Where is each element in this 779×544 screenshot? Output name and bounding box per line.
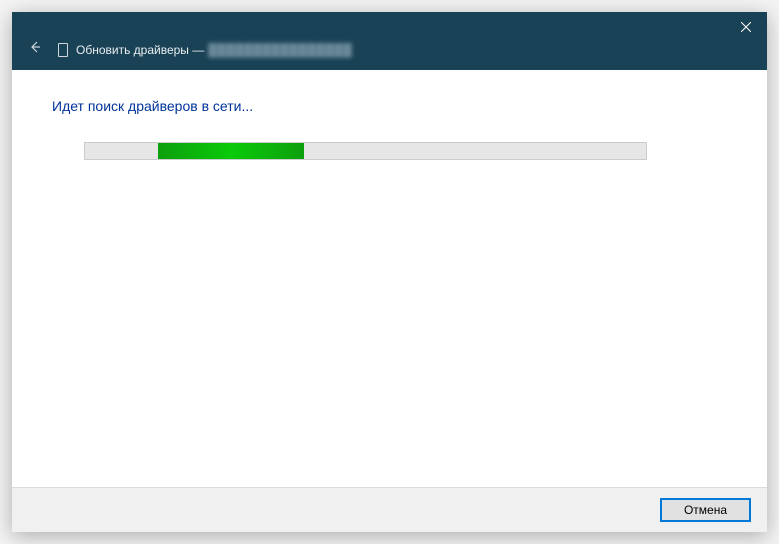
back-button[interactable] bbox=[20, 36, 50, 63]
close-button[interactable] bbox=[725, 12, 767, 42]
close-icon bbox=[741, 22, 751, 32]
status-heading: Идет поиск драйверов в сети... bbox=[52, 98, 727, 114]
driver-update-dialog: Обновить драйверы — ████████████████ Иде… bbox=[12, 12, 767, 532]
window-title-prefix: Обновить драйверы — bbox=[76, 43, 204, 57]
progress-bar bbox=[84, 142, 647, 160]
titlebar: Обновить драйверы — ████████████████ bbox=[12, 12, 767, 70]
device-icon bbox=[58, 43, 68, 57]
dialog-footer: Отмена bbox=[12, 487, 767, 532]
cancel-button[interactable]: Отмена bbox=[660, 498, 751, 522]
window-title-device: ████████████████ bbox=[208, 43, 352, 57]
progress-indicator bbox=[158, 143, 304, 159]
dialog-content: Идет поиск драйверов в сети... bbox=[12, 70, 767, 487]
arrow-left-icon bbox=[28, 40, 42, 54]
